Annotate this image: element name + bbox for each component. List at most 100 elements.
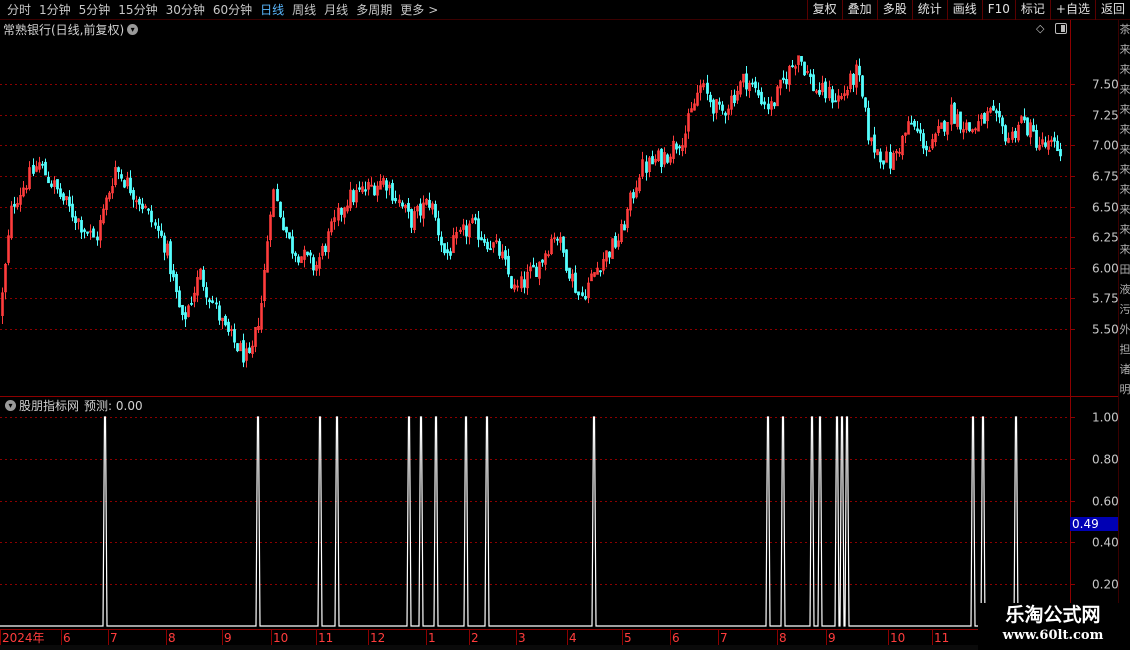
candle-body — [47, 176, 50, 184]
candle-body — [211, 300, 214, 303]
candle-body — [922, 133, 925, 149]
candle-body — [812, 74, 815, 92]
candle-body — [172, 270, 175, 278]
candle-body — [1026, 117, 1029, 136]
side-panel-char: 明 — [1119, 383, 1130, 396]
date-tick-label: 1 — [428, 631, 436, 645]
candle-body — [998, 111, 1001, 118]
candle-body — [882, 160, 885, 165]
side-panel-char: 来 — [1119, 203, 1130, 216]
candle-body — [434, 203, 437, 218]
side-panel-char: 来 — [1119, 223, 1130, 236]
candle-body — [50, 183, 53, 187]
candle-body — [568, 267, 571, 279]
candle-body — [385, 180, 388, 191]
date-tick-label: 2 — [471, 631, 479, 645]
candle-body — [297, 256, 300, 263]
candle-body — [706, 82, 709, 94]
candle-body — [41, 163, 44, 166]
date-tick-label: 11 — [934, 631, 949, 645]
candle-body — [190, 303, 193, 305]
candle-body — [169, 241, 172, 275]
side-panel-char: 来 — [1119, 83, 1130, 96]
candle-body — [773, 102, 776, 107]
candle-body — [428, 199, 431, 208]
candle-body — [129, 177, 132, 194]
watermark-title: 乐淘公式网 — [1005, 604, 1101, 626]
side-panel-char: 茶 — [1119, 23, 1130, 36]
candle-body — [218, 305, 221, 321]
candle-body — [373, 185, 376, 196]
date-tick-label: 10 — [273, 631, 288, 645]
candle-body — [477, 218, 480, 240]
price-tick-label: 7.50 — [1092, 78, 1119, 92]
candle-body — [733, 94, 736, 104]
price-tick-label: 6.25 — [1092, 231, 1119, 245]
candle-body — [324, 245, 327, 253]
cursor-value-label: 0.49 — [1072, 517, 1099, 531]
candle-body — [983, 112, 986, 124]
stock-chart-window: 分时 1分钟 5分钟 15分钟 30分钟 60分钟 日线 周线 月线 多周期 更多 > 复权 叠加 多股… — [0, 0, 1130, 650]
candle-body — [147, 208, 150, 211]
candle-body — [809, 73, 812, 77]
candle-body — [44, 161, 47, 176]
price-tick-label: 7.00 — [1092, 139, 1119, 153]
candle-body — [312, 257, 315, 271]
candle-body — [141, 203, 144, 210]
candle-body — [157, 225, 160, 231]
candle-body — [913, 120, 916, 127]
side-panel-char: 来 — [1119, 63, 1130, 76]
side-panel-char: 诸 — [1119, 363, 1130, 376]
candle-body — [632, 192, 635, 199]
candle-body — [532, 264, 535, 268]
candle-body — [294, 252, 297, 256]
chart-canvas[interactable]: 7.50 7.25 7.00 6.75 6.50 6.25 6.00 5.75 5.50 1.00… — [0, 0, 1130, 650]
candle-body — [510, 276, 513, 289]
candle-body — [224, 315, 227, 326]
side-panel-char: 来 — [1119, 183, 1130, 196]
axes: 7.50 7.25 7.00 6.75 6.50 6.25 6.00 5.75 5.50 1.00… — [0, 20, 1119, 645]
side-panel-char: 来 — [1119, 43, 1130, 56]
candle-body — [1059, 149, 1062, 157]
candle-body — [160, 230, 163, 236]
candle-body — [276, 188, 279, 202]
candle-body — [309, 252, 312, 256]
candle-body — [175, 274, 178, 293]
side-panel-char: 液 — [1119, 283, 1130, 296]
candle-body — [864, 97, 867, 108]
date-tick-label: 7 — [110, 631, 118, 645]
candle-body — [581, 292, 584, 296]
candle-body — [498, 241, 501, 256]
watermark-url: www.60lt.com — [1002, 628, 1104, 643]
candle-body — [1001, 117, 1004, 127]
candle-body — [712, 99, 715, 114]
date-tick-label: 6 — [672, 631, 680, 645]
date-tick-label: 9 — [224, 631, 232, 645]
candle-body — [818, 89, 821, 95]
date-tick-label: 3 — [518, 631, 526, 645]
candle-body — [340, 207, 343, 215]
candle-body — [852, 73, 855, 85]
date-tick-label: 10 — [890, 631, 905, 645]
candle-body — [760, 91, 763, 105]
candle-body — [678, 146, 681, 149]
candle-body — [745, 73, 748, 90]
candle-body — [227, 321, 230, 332]
price-tick-label: 5.75 — [1092, 292, 1119, 306]
signal-series — [0, 416, 1070, 627]
indicator-tick-label: 0.80 — [1092, 453, 1119, 467]
candle-body — [751, 82, 754, 85]
candle-body — [767, 103, 770, 110]
candle-body — [446, 249, 449, 254]
candle-body — [660, 148, 663, 167]
side-panel[interactable]: 茶来来来来来来来来来来来田液污外担诸明 — [1118, 20, 1130, 630]
candle-body — [943, 120, 946, 132]
candle-body — [440, 236, 443, 246]
candle-body — [858, 65, 861, 76]
candle-body — [205, 287, 208, 298]
candle-body — [279, 201, 282, 218]
candle-body — [995, 110, 998, 114]
candle-body — [1004, 125, 1007, 142]
candle-body — [574, 272, 577, 293]
candle-body — [154, 222, 157, 226]
